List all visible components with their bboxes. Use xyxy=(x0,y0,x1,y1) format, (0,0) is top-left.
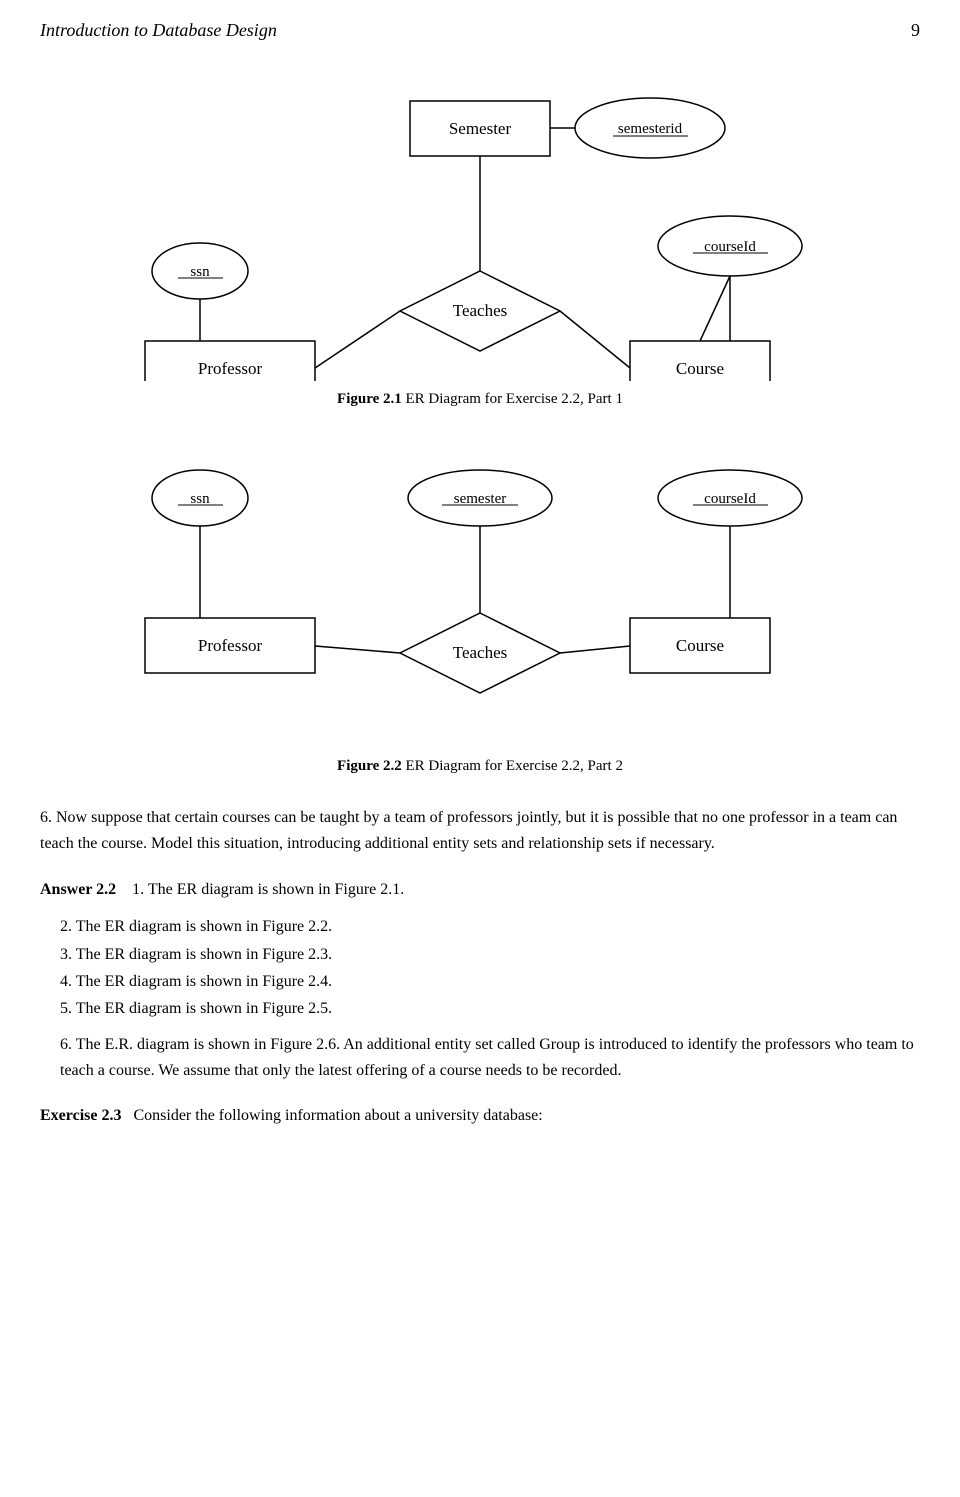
answer-section: Answer 2.2 1. The ER diagram is shown in… xyxy=(40,876,920,903)
figure1-caption: Figure 2.1 ER Diagram for Exercise 2.2, … xyxy=(40,391,920,408)
page-title: Introduction to Database Design xyxy=(40,20,277,41)
svg-text:semesterid: semesterid xyxy=(618,121,683,137)
figure1-diagram: Semester semesterid ssn courseId Profess… xyxy=(40,71,920,381)
svg-text:Teaches: Teaches xyxy=(453,301,508,320)
answer-item-5: 5. The ER diagram is shown in Figure 2.5… xyxy=(60,995,920,1022)
page-header: Introduction to Database Design 9 xyxy=(40,20,920,41)
exercise-23: Exercise 2.3 Consider the following info… xyxy=(40,1103,920,1129)
svg-text:Professor: Professor xyxy=(198,359,263,378)
er-diagram-1: Semester semesterid ssn courseId Profess… xyxy=(140,71,820,381)
exercise-23-text: Consider the following information about… xyxy=(133,1107,542,1124)
page-number: 9 xyxy=(911,20,920,41)
answer-item-3: 3. The ER diagram is shown in Figure 2.3… xyxy=(60,941,920,968)
answer-item-2: 2. The ER diagram is shown in Figure 2.2… xyxy=(60,913,920,940)
er-diagram-2: ssn semester courseId Professor Teaches … xyxy=(140,438,820,748)
exercise-23-label: Exercise 2.3 xyxy=(40,1107,121,1124)
paragraph-6: 6. Now suppose that certain courses can … xyxy=(40,805,920,856)
svg-text:Semester: Semester xyxy=(449,119,512,138)
answer-label: Answer 2.2 xyxy=(40,881,116,898)
answer-item-4: 4. The ER diagram is shown in Figure 2.4… xyxy=(60,968,920,995)
answer-intro: 1. The ER diagram is shown in Figure 2.1… xyxy=(132,881,404,898)
figure2-diagram: ssn semester courseId Professor Teaches … xyxy=(40,438,920,748)
svg-text:Course: Course xyxy=(676,359,724,378)
svg-text:Course: Course xyxy=(676,636,724,655)
answer-item-6: 6. The E.R. diagram is shown in Figure 2… xyxy=(60,1032,920,1083)
figure2-caption: Figure 2.2 ER Diagram for Exercise 2.2, … xyxy=(40,758,920,775)
svg-text:Professor: Professor xyxy=(198,636,263,655)
svg-text:Teaches: Teaches xyxy=(453,643,508,662)
